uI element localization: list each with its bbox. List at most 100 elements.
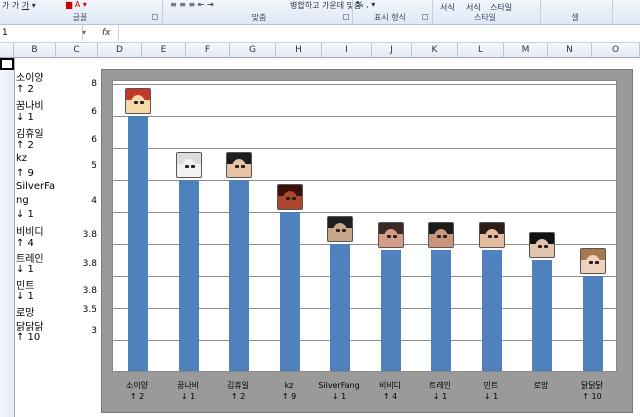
font-dialog-launcher-icon[interactable] (152, 14, 158, 20)
x-tick-sublabel: ↓ 1 (483, 392, 499, 401)
cell-score[interactable]: 6 (67, 135, 97, 145)
column-header-i[interactable]: I (322, 43, 372, 57)
x-axis-category: 비비디 ↑ 4 (362, 380, 418, 402)
cell-rank-change[interactable]: ↑ 2 (16, 140, 34, 151)
x-tick-label: SilverFang (318, 381, 360, 390)
x-axis-category: 소이양 ↑ 2 (109, 380, 165, 402)
cell-name-wrap: ng (16, 195, 29, 206)
x-tick-sublabel: ↑ 10 (582, 392, 602, 401)
cell-score[interactable]: 6 (67, 107, 97, 117)
x-axis-category: 로망 (513, 380, 569, 391)
x-tick-sublabel: ↑ 2 (230, 392, 246, 401)
cell-rank-change[interactable]: ↑ 9 (16, 168, 34, 179)
number-format-buttons[interactable]: % , ▾ (356, 0, 375, 9)
x-tick-label: 김휴일 (226, 381, 250, 390)
cell-rank-change[interactable]: ↓ 1 (16, 209, 34, 220)
column-header-l[interactable]: L (458, 43, 504, 57)
x-tick-sublabel: ↓ 1 (331, 392, 347, 401)
bar-8[interactable] (482, 250, 502, 371)
x-tick-label: kz (284, 381, 294, 390)
ribbon: 가 가 가 ▾ ▆ A ▾ 글꼴 ≡ ≡ ≡ ⇤ ⇥ 병합하고 가운데 맞춤 맞… (0, 0, 640, 25)
column-header-d[interactable]: D (98, 43, 142, 57)
plot-area (112, 80, 617, 372)
cell-score[interactable]: 3.8 (67, 259, 97, 269)
x-tick-sublabel: ↑ 9 (281, 392, 297, 401)
merge-center-button[interactable]: 병합하고 가운데 맞춤 (290, 0, 361, 11)
cell-score[interactable]: 3.5 (67, 305, 97, 315)
x-tick-label: 민트 (483, 381, 499, 390)
active-cell[interactable] (0, 58, 14, 70)
column-header-g[interactable]: G (230, 43, 276, 57)
gridline (113, 84, 616, 85)
column-header-j[interactable]: J (372, 43, 412, 57)
cell-name[interactable]: 비비디 (16, 223, 44, 238)
glasses-man-avatar (529, 232, 555, 258)
bar-6[interactable] (381, 250, 401, 371)
cell-name[interactable]: SilverFa (16, 181, 55, 192)
cell-score[interactable]: 3.8 (67, 286, 97, 296)
x-tick-label: 로망 (533, 381, 549, 390)
column-header-f[interactable]: F (186, 43, 230, 57)
cell-score[interactable]: 5 (67, 161, 97, 171)
select-all-corner[interactable] (0, 43, 14, 57)
bar-4[interactable] (280, 212, 300, 371)
column-header-e[interactable]: E (142, 43, 186, 57)
column-header-n[interactable]: N (548, 43, 592, 57)
cell-score[interactable]: 4 (67, 196, 97, 206)
dark-red-avatar (277, 184, 303, 210)
cell-rank-change[interactable]: ↓ 1 (16, 291, 34, 302)
bar-10[interactable] (583, 276, 603, 371)
align-group-label: 맞춤 (251, 13, 267, 22)
column-header-k[interactable]: K (412, 43, 458, 57)
cell-rank-change[interactable]: ↑ 2 (16, 84, 34, 95)
bar-5[interactable] (330, 244, 350, 371)
align-buttons[interactable]: ≡ ≡ ≡ ⇤ ⇥ (170, 0, 214, 9)
cell-name[interactable]: 로망 (16, 304, 34, 319)
x-axis-category: 트레인 ↓ 1 (412, 380, 468, 402)
bar-chart[interactable]: 소이양 ↑ 2 꿈나비 ↓ 1 김휴일 ↑ 2 kz ↑ 9 SilverFang ↓ 1 비비디 ↑… (101, 69, 633, 413)
smiling-girl-avatar (378, 222, 404, 248)
cell-name[interactable]: 소이양 (16, 69, 44, 84)
cell-name[interactable]: 김휴일 (16, 125, 44, 140)
font-group-label: 글꼴 (72, 13, 88, 22)
x-tick-label: 소이양 (125, 381, 149, 390)
fx-icon[interactable]: fx (102, 25, 111, 41)
boy-night-avatar (327, 216, 353, 242)
cell-name[interactable]: kz (16, 153, 27, 164)
number-dialog-launcher-icon[interactable] (422, 14, 428, 20)
bar-7[interactable] (431, 250, 451, 371)
bar-3[interactable] (229, 180, 249, 371)
align-dialog-launcher-icon[interactable] (343, 14, 349, 20)
bar-9[interactable] (532, 260, 552, 371)
cell-name[interactable]: 꿈나비 (16, 97, 44, 112)
bar-2[interactable] (179, 180, 199, 371)
cell-score[interactable]: 8 (67, 79, 97, 89)
column-headers: BCDEFGHIJKLMNO (0, 43, 640, 58)
x-axis-category: SilverFang ↓ 1 (311, 380, 367, 402)
gridline (113, 116, 616, 117)
cell-group-label: 셀 (571, 13, 579, 22)
cell-rank-change[interactable]: ↑ 4 (16, 238, 34, 249)
cell-name[interactable]: 닭닭닭 (16, 318, 44, 333)
column-header-h[interactable]: H (276, 43, 322, 57)
formula-input[interactable] (118, 25, 640, 41)
number-format-group-label: 표시 형식 (374, 13, 406, 22)
column-header-m[interactable]: M (504, 43, 548, 57)
bar-1[interactable] (128, 116, 148, 371)
name-box[interactable]: 1 (0, 25, 83, 41)
font-color-icon[interactable]: ▆ A ▾ (66, 0, 87, 9)
column-header-o[interactable]: O (592, 43, 640, 57)
column-header-c[interactable]: C (56, 43, 98, 57)
cell-score[interactable]: 3.8 (67, 230, 97, 240)
cell-name[interactable]: 민트 (16, 277, 34, 292)
x-tick-label: 닭닭닭 (580, 381, 604, 390)
cell-name[interactable]: 트레인 (16, 250, 44, 265)
font-controls[interactable]: 가 가 가 ▾ (2, 0, 36, 11)
cell-rank-change[interactable]: ↑ 10 (16, 332, 40, 343)
cell-score[interactable]: 3 (67, 326, 97, 336)
column-header-b[interactable]: B (14, 43, 56, 57)
cell-rank-change[interactable]: ↓ 1 (16, 264, 34, 275)
style-group-label: 스타일 (473, 13, 497, 22)
cell-rank-change[interactable]: ↓ 1 (16, 112, 34, 123)
name-box-dropdown-icon[interactable]: ▾ (82, 25, 86, 41)
